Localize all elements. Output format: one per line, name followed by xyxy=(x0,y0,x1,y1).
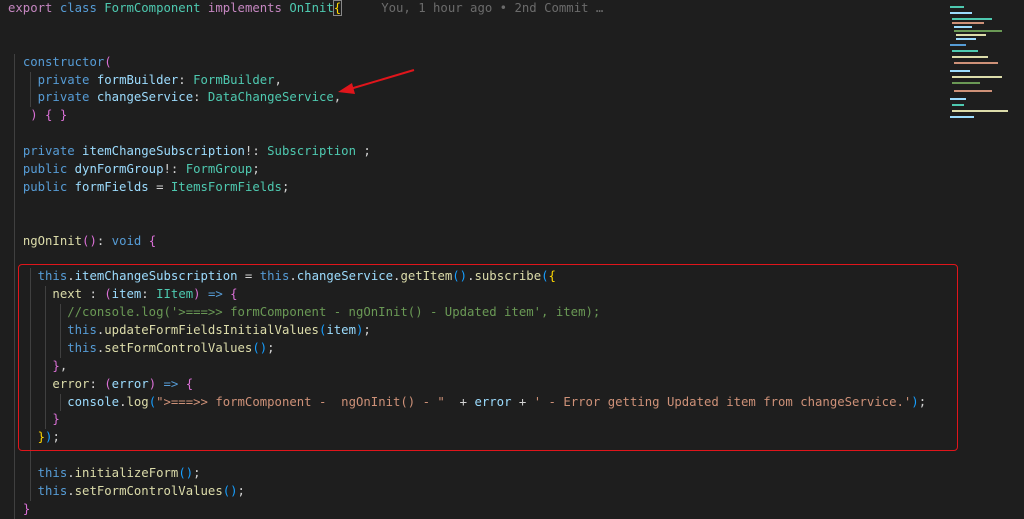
code-line-constructor[interactable]: constructor( xyxy=(8,53,938,72)
blank-line[interactable] xyxy=(8,214,938,233)
red-highlight-box xyxy=(18,264,958,451)
blank-line[interactable] xyxy=(8,36,938,54)
blank-line[interactable] xyxy=(8,18,938,36)
code-line-form-group-field[interactable]: public dynFormGroup!: FormGroup; xyxy=(8,161,938,179)
code-line-form-fields-field[interactable]: public formFields = ItemsFormFields; xyxy=(8,178,938,197)
code-editor[interactable]: export class FormComponent implements On… xyxy=(0,0,1024,519)
code-line-set-control-values[interactable]: this.setFormControlValues(); xyxy=(8,483,938,501)
code-line-ng-on-init[interactable]: ngOnInit(): void { xyxy=(8,232,938,251)
minimap[interactable] xyxy=(944,0,1024,130)
code-line-constructor-end[interactable]: ) { } xyxy=(8,107,938,126)
code-line-form-builder-param[interactable]: private formBuilder: FormBuilder, xyxy=(8,71,938,90)
code-line-subscription-field[interactable]: private itemChangeSubscription!: Subscri… xyxy=(8,143,938,162)
blank-line[interactable] xyxy=(8,125,938,144)
red-arrow-icon xyxy=(338,69,415,94)
code-line-change-service-param[interactable]: private changeService: DataChangeService… xyxy=(8,89,938,108)
blank-line[interactable] xyxy=(8,196,938,215)
code-line-method-end[interactable]: } xyxy=(8,500,938,519)
code-line-initialize-form[interactable]: this.initializeForm(); xyxy=(8,465,938,484)
git-blame-annotation: You, 1 hour ago • 2nd Commit … xyxy=(381,1,604,15)
code-line-class-declaration[interactable]: export class FormComponent implements On… xyxy=(8,0,938,18)
